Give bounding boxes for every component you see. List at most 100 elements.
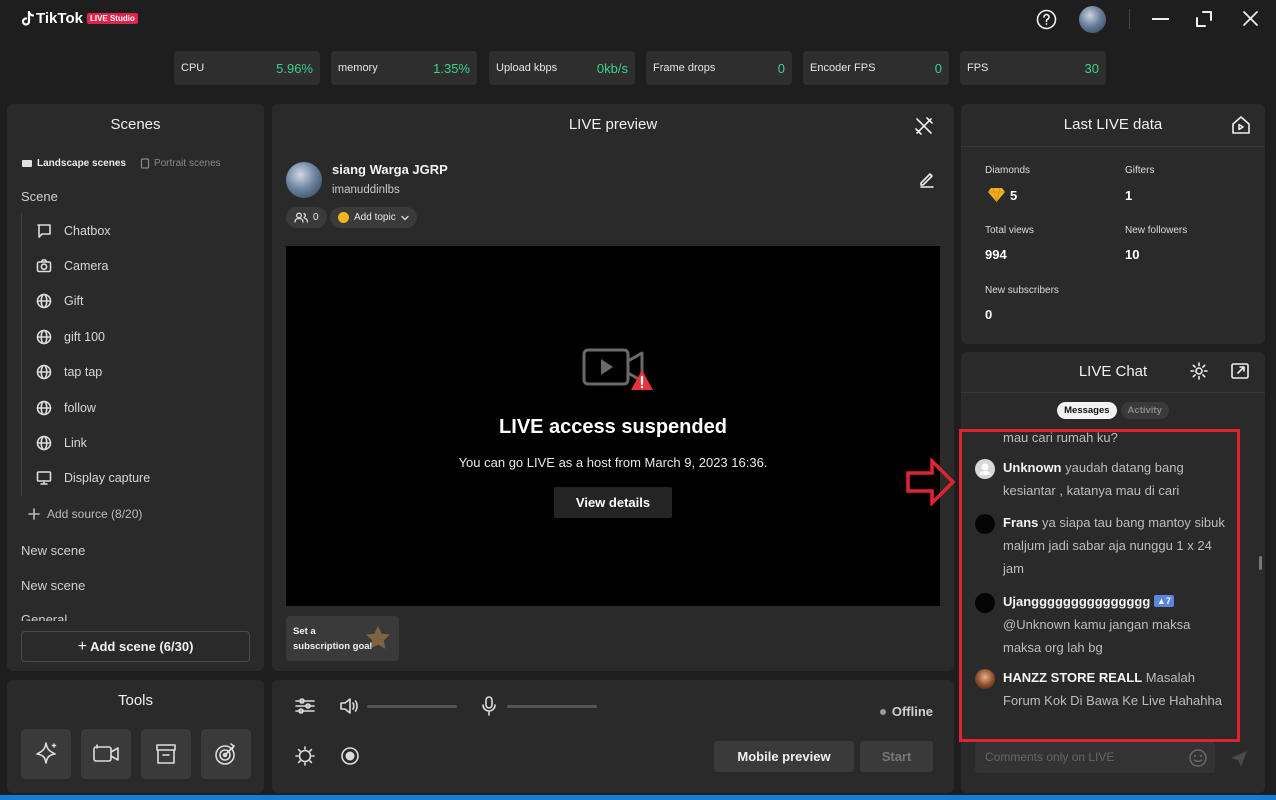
help-icon[interactable] [1036, 9, 1057, 35]
scene-item[interactable]: New scene [21, 543, 85, 558]
stat-fps: FPS 30 [960, 51, 1106, 85]
tab-landscape-label: Landscape scenes [37, 158, 126, 169]
host-handle: imanuddinlbs [332, 184, 400, 196]
sparkle-icon [36, 742, 57, 764]
microphone-volume-slider[interactable] [507, 705, 597, 708]
source-label: Display capture [64, 471, 151, 486]
scene-list-clip: General [21, 612, 221, 621]
suspended-subtitle: You can go LIVE as a host from March 9, … [458, 455, 768, 470]
stat-value: 0kb/s [596, 60, 628, 76]
portrait-icon [140, 158, 150, 169]
scene-item[interactable]: General [21, 612, 67, 621]
globe-icon [36, 400, 52, 415]
scene-item[interactable]: New scene [21, 578, 85, 593]
home-play-icon[interactable] [1231, 115, 1251, 140]
chat-scrollbar[interactable] [1259, 556, 1262, 570]
source-item[interactable]: Link [22, 425, 265, 460]
globe-icon [36, 294, 52, 309]
stat-memory: memory 1.35% [331, 51, 477, 85]
start-button[interactable]: Start [860, 741, 933, 772]
window-bottom-edge [0, 795, 1276, 800]
mobile-preview-button[interactable]: Mobile preview [714, 741, 854, 772]
diamond-icon [987, 187, 1006, 208]
tool-effects-button[interactable] [21, 729, 71, 779]
globe-icon [36, 435, 52, 451]
stat-label: Frame drops [653, 62, 716, 74]
maximize-icon[interactable] [1195, 10, 1213, 33]
status-label: Offline [891, 704, 933, 719]
last-live-title: Last LIVE data [1063, 116, 1163, 133]
add-source-button[interactable]: Add source (8/20) [28, 507, 142, 521]
app-logo: TikTok LIVE Studio [20, 10, 138, 27]
source-item[interactable]: tap tap [22, 355, 265, 390]
panel-divider [961, 392, 1265, 393]
chat-settings-icon[interactable] [1190, 362, 1208, 385]
tool-store-button[interactable] [141, 729, 191, 779]
send-icon[interactable] [1229, 749, 1249, 774]
annotation-highlight-box [959, 429, 1240, 742]
tab-portrait-label: Portrait scenes [153, 158, 221, 169]
avatar[interactable] [1079, 6, 1106, 33]
source-item[interactable]: gift 100 [22, 319, 265, 354]
status-dot [879, 708, 886, 715]
speaker-icon[interactable] [339, 697, 359, 720]
landscape-icon [22, 160, 32, 167]
followers-label: New followers [1125, 225, 1188, 236]
view-details-button[interactable]: View details [554, 487, 672, 518]
subscription-goal-button[interactable]: Set a subscription goal [286, 616, 399, 661]
minimize-icon[interactable] [1152, 18, 1169, 20]
stat-value: 0 [934, 60, 942, 76]
live-chat-title: LIVE Chat [1078, 363, 1148, 380]
tab-activity[interactable]: Activity [1120, 402, 1169, 419]
last-live-panel: Last LIVE data Diamonds 5 Gifters 1 Tota… [961, 104, 1265, 344]
suspended-title: LIVE access suspended [499, 416, 727, 438]
source-label: gift 100 [64, 329, 106, 344]
source-item[interactable]: Display capture [22, 461, 265, 496]
tools-crossed-icon[interactable] [914, 116, 934, 141]
app-name: TikTok [36, 10, 83, 27]
brightness-icon[interactable] [295, 746, 315, 771]
stat-frame-drops: Frame drops 0 [646, 51, 792, 85]
tab-landscape[interactable]: Landscape scenes [21, 158, 126, 169]
microphone-icon[interactable] [481, 695, 497, 722]
stat-encoder-fps: Encoder FPS 0 [803, 51, 949, 85]
users-icon [294, 212, 308, 223]
topic-coin-icon [338, 212, 349, 223]
settings-sliders-icon[interactable] [295, 697, 315, 720]
status-indicator: Offline [879, 704, 933, 719]
tab-messages[interactable]: Messages [1057, 402, 1117, 419]
subs-label: New subscribers [985, 285, 1059, 296]
camera-warning-icon [582, 344, 658, 399]
edit-icon[interactable] [918, 170, 936, 193]
add-scene-button[interactable]: + Add scene (6/30) [21, 631, 250, 662]
panel-divider [961, 146, 1265, 147]
source-label: follow [64, 400, 96, 415]
plus-icon: + [77, 638, 87, 655]
source-label: Gift [64, 294, 84, 309]
scene-current[interactable]: Scene [21, 189, 58, 204]
video-camera-icon [93, 744, 119, 762]
chat-popout-icon[interactable] [1230, 361, 1250, 386]
preview-title: LIVE preview [568, 116, 658, 133]
source-item[interactable]: Chatbox [22, 213, 265, 248]
comment-input[interactable]: Comments only on LIVE [975, 742, 1215, 773]
stat-value: 1.35% [433, 60, 470, 76]
source-item[interactable]: Gift [22, 284, 265, 319]
record-icon[interactable] [340, 746, 360, 771]
close-icon[interactable] [1242, 10, 1259, 32]
source-item[interactable]: Camera [22, 248, 265, 283]
source-item[interactable]: follow [22, 390, 265, 425]
tools-title: Tools [117, 692, 154, 709]
add-topic-button[interactable]: Add topic [330, 207, 417, 228]
emoji-icon[interactable] [1188, 748, 1208, 773]
tab-portrait[interactable]: Portrait scenes [140, 158, 221, 169]
chatbox-icon [37, 223, 51, 238]
live-studio-badge: LIVE Studio [86, 13, 138, 24]
speaker-volume-slider[interactable] [367, 705, 457, 708]
host-avatar[interactable] [286, 162, 322, 198]
tool-goal-button[interactable] [201, 729, 251, 779]
source-label: Link [64, 436, 87, 451]
tool-camera-button[interactable] [81, 729, 131, 779]
source-label: Camera [64, 259, 109, 274]
stat-value: 30 [1084, 60, 1099, 76]
